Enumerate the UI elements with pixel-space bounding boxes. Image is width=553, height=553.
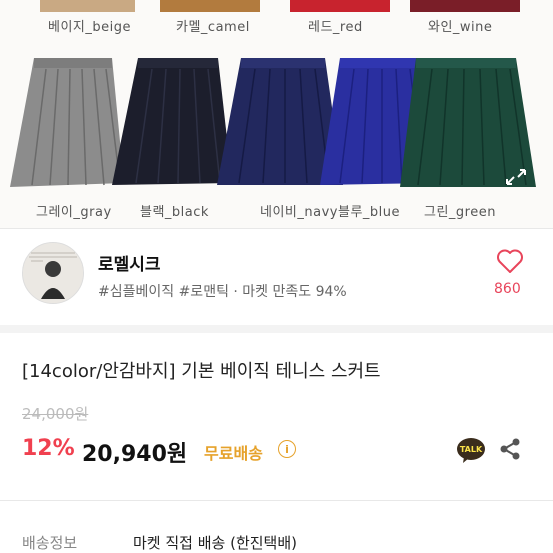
discount-rate: 12% <box>22 436 75 461</box>
avatar-image <box>23 243 83 303</box>
info-icon[interactable]: i <box>278 440 296 458</box>
kakao-talk-icon[interactable]: TALK <box>456 436 486 464</box>
color-label-beige: 베이지_beige <box>48 20 131 35</box>
color-label-navy: 네이비_navy <box>260 205 338 220</box>
product-image[interactable]: 베이지_beige 카멜_camel 레드_red 와인_wine 그레이_gr… <box>0 0 553 228</box>
wine-skirt-strip <box>410 0 520 12</box>
color-label-camel: 카멜_camel <box>176 20 250 35</box>
share-icon[interactable] <box>499 437 521 461</box>
color-label-blue: 블루_blue <box>338 205 401 220</box>
section-divider <box>0 325 553 333</box>
camel-skirt-strip <box>160 0 260 12</box>
shipping-info-value: 마켓 직접 배송 (한진택배) <box>133 534 298 552</box>
color-label-black: 블랙_black <box>140 205 209 220</box>
color-label-gray: 그레이_gray <box>36 205 112 220</box>
info-divider <box>0 500 553 501</box>
product-title: [14color/안감바지] 기본 베이직 테니스 스커트 <box>22 361 381 382</box>
red-skirt-strip <box>290 0 390 12</box>
shop-subtitle: #심플베이직 #로맨틱 · 마켓 만족도 94% <box>98 284 347 300</box>
color-label-green: 그린_green <box>424 205 496 220</box>
expand-icon[interactable] <box>504 167 528 187</box>
original-price: 24,000원 <box>22 405 89 423</box>
kakao-talk-label: TALK <box>460 445 483 454</box>
heart-icon[interactable] <box>496 248 524 274</box>
shop-avatar[interactable] <box>22 242 84 304</box>
shipping-info-label: 배송정보 <box>22 534 78 552</box>
sale-price: 20,940원 <box>82 442 188 467</box>
gray-skirt-image <box>10 58 124 187</box>
shop-name[interactable]: 로멜시크 <box>98 250 161 275</box>
free-shipping-label: 무료배송 <box>204 444 263 463</box>
beige-skirt-strip <box>40 0 135 12</box>
divider <box>0 228 553 229</box>
color-label-wine: 와인_wine <box>428 20 493 35</box>
color-label-red: 레드_red <box>308 20 363 35</box>
like-count: 860 <box>494 281 521 297</box>
